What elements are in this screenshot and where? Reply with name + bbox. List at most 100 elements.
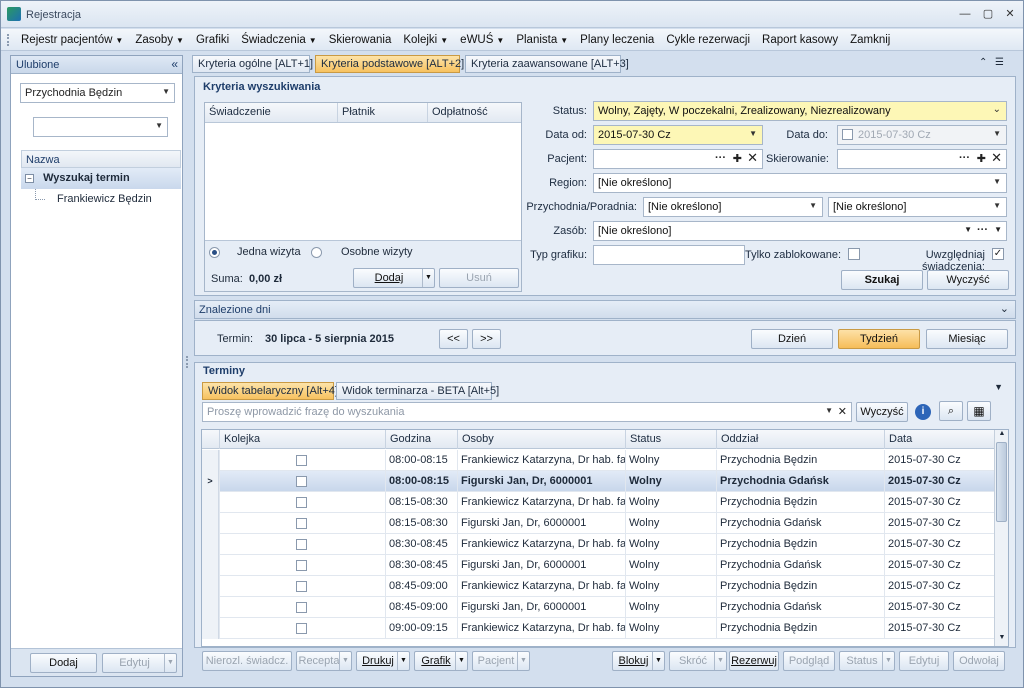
info-icon[interactable]: i [915,404,931,420]
terms-search-input[interactable]: Proszę wprowadzić frazę do wyszukania ▼ … [202,402,852,422]
toolbar-button-4[interactable]: Pacjent ▼ [472,651,530,671]
prev-period-button[interactable]: << [439,329,468,349]
table-row[interactable]: 09:00-09:15 Frankiewicz Katarzyna, Dr hab… [202,618,994,639]
row-indicator[interactable]: > [202,471,219,492]
toolbar-button-0[interactable]: Nierozl. świadcz. [202,651,292,671]
blocked-only-checkbox[interactable] [848,248,860,260]
toolbar-button-6[interactable]: Skróć ▼ [669,651,727,671]
row-indicator[interactable] [202,492,219,513]
more-icon[interactable]: ··· [977,224,988,236]
toolbar-button-5[interactable]: Blokuj ▼ [612,651,665,671]
tab-calendar-view[interactable]: Widok terminarza - BETA [Alt+5] [336,382,499,400]
chevron-down-icon[interactable]: ▼ [652,652,664,670]
toolbar-button-2[interactable]: Drukuj ▼ [356,651,410,671]
row-indicator[interactable] [202,513,219,534]
add-service-button[interactable]: Dodaj ▼ [353,268,435,288]
tree-item-search-term[interactable]: − Wyszukaj termin [21,168,181,189]
toolbar-button-7[interactable]: Rezerwuj [729,651,779,671]
col-department[interactable]: Oddział [716,430,884,449]
single-visit-radio[interactable] [209,247,220,258]
queue-checkbox[interactable] [296,476,307,487]
patient-field[interactable]: ··· ✚ ✕ [593,149,763,169]
row-indicator[interactable] [202,576,219,597]
collapse-toggle-icon[interactable]: − [25,174,34,183]
panel-menu-icon[interactable]: ▼ [994,382,1003,392]
tab-general-criteria[interactable]: Kryteria ogólne [ALT+1] [192,55,313,73]
menu-item-0[interactable]: Rejestr pacjentów ▼ [15,33,129,48]
remove-service-button[interactable]: Usuń [439,268,519,288]
toolbar-button-10[interactable]: Edytuj [899,651,949,671]
chevron-double-down-icon[interactable]: ⌄ [1000,302,1009,315]
chevron-down-icon[interactable]: ▼ [825,406,833,415]
toolbar-button-9[interactable]: Status ▼ [839,651,895,671]
date-from-picker[interactable]: 2015-07-30 Cz ▼ [593,125,763,145]
status-select[interactable]: Wolny, Zajęty, W poczekalni, Zrealizowan… [593,101,1007,121]
queue-checkbox[interactable] [296,602,307,613]
referral-field[interactable]: ··· ✚ ✕ [837,149,1007,169]
scroll-down-icon[interactable]: ▼ [996,634,1008,644]
region-select[interactable]: [Nie określono] ▼ [593,173,1007,193]
row-indicator[interactable] [202,450,219,471]
col-persons[interactable]: Osoby [457,430,625,449]
scroll-up-icon[interactable]: ▲ [996,430,1008,440]
date-to-checkbox[interactable] [842,129,853,140]
toolbar-button-11[interactable]: Odwołaj [953,651,1005,671]
col-payer[interactable]: Płatnik [337,103,427,122]
search-button[interactable]: Szukaj [841,270,923,290]
favorites-filter-select[interactable]: ▼ [33,117,168,137]
queue-checkbox[interactable] [296,455,307,466]
col-date[interactable]: Data [884,430,994,449]
chevron-down-icon[interactable]: ▼ [339,652,351,670]
more-icon[interactable]: ··· [959,152,970,164]
clinic-select-main[interactable]: [Nie określono] ▼ [643,197,823,217]
chevron-down-icon[interactable]: ▼ [882,652,894,670]
grid-scrollbar[interactable]: ▲ ▼ [994,430,1008,646]
queue-checkbox[interactable] [296,518,307,529]
include-services-checkbox[interactable]: ✓ [992,248,1004,260]
table-row[interactable]: 08:45-09:00 Figurski Jan, Dr, 6000001 Woln… [202,597,994,618]
resource-select[interactable]: [Nie określono] ▼ ··· ▼ [593,221,1007,241]
clear-search-button[interactable]: Wyczyść [856,402,908,422]
date-to-picker[interactable]: 2015-07-30 Cz ▼ [837,125,1007,145]
chevron-down-icon[interactable]: ▼ [714,652,726,670]
table-row[interactable]: 08:15-08:30 Figurski Jan, Dr, 6000001 Woln… [202,513,994,534]
tree-item-frankiewicz[interactable]: Frankiewicz Będzin [21,189,181,210]
chevron-down-icon[interactable]: ▼ [994,225,1002,234]
queue-checkbox[interactable] [296,623,307,634]
add-icon[interactable]: ✚ [977,152,986,165]
col-time[interactable]: Godzina [385,430,457,449]
column-chooser-icon[interactable]: ⌕ [939,401,963,421]
menu-item-11[interactable]: Zamknij [844,33,896,48]
col-status[interactable]: Status [625,430,716,449]
col-payment[interactable]: Odpłatność [427,103,521,122]
table-row[interactable]: 08:00-08:15 Frankiewicz Katarzyna, Dr hab… [202,450,994,471]
clinic-select[interactable]: Przychodnia Będzin ▼ [20,83,175,103]
maximize-icon[interactable]: ▢ [978,6,998,22]
queue-checkbox[interactable] [296,581,307,592]
row-indicator[interactable] [202,534,219,555]
chevron-down-icon[interactable]: ▼ [422,269,434,287]
collapse-icon[interactable]: « [171,57,178,71]
menu-item-1[interactable]: Zasoby ▼ [129,33,190,48]
clear-icon[interactable]: ✕ [991,150,1002,166]
col-queue[interactable]: Kolejka [219,430,385,449]
day-view-button[interactable]: Dzień [751,329,833,349]
more-icon[interactable]: ··· [715,152,726,164]
toolbar-button-3[interactable]: Grafik ▼ [414,651,468,671]
menu-item-2[interactable]: Grafiki [190,33,235,48]
close-icon[interactable]: ✕ [1000,6,1020,22]
menu-item-6[interactable]: eWUŚ ▼ [454,33,510,48]
row-indicator[interactable] [202,555,219,576]
table-row[interactable]: 08:30-08:45 Figurski Jan, Dr, 6000001 Woln… [202,555,994,576]
week-view-button[interactable]: Tydzień [838,329,920,349]
chevron-down-icon[interactable]: ▼ [164,654,176,672]
chevron-down-icon[interactable]: ▼ [517,652,529,670]
table-row[interactable]: 08:45-09:00 Frankiewicz Katarzyna, Dr hab… [202,576,994,597]
col-service[interactable]: Świadczenie [205,103,337,122]
row-indicator[interactable] [202,618,219,639]
separate-visits-radio[interactable] [311,247,322,258]
queue-checkbox[interactable] [296,539,307,550]
grid-layout-icon[interactable]: ▦ [967,401,991,421]
chevron-down-icon[interactable]: ▼ [964,225,972,234]
add-icon[interactable]: ✚ [733,152,742,165]
